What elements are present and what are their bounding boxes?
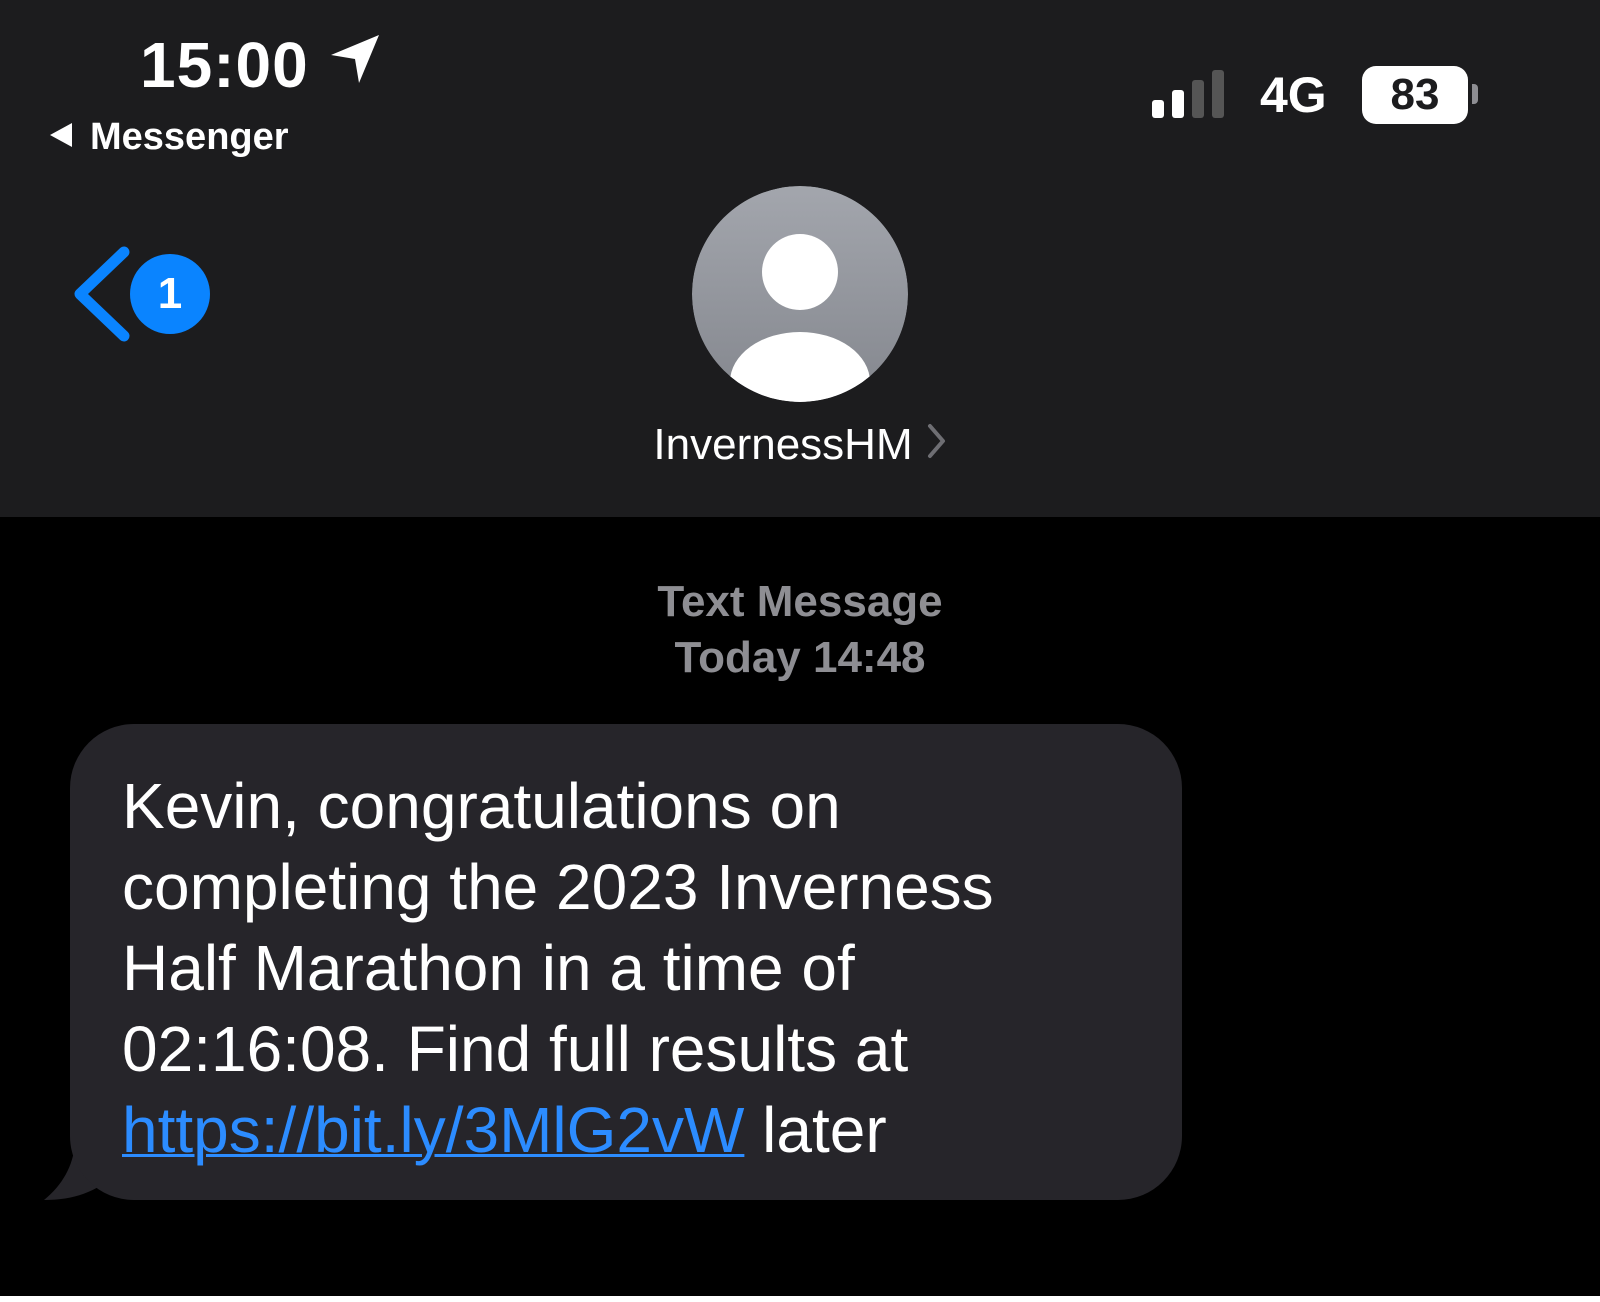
message-bubble[interactable]: Kevin, congratulations on completing the… <box>70 724 1182 1200</box>
message-line: https://bit.ly/3MlG2vW later <box>122 1090 1142 1171</box>
person-placeholder-icon[interactable] <box>692 186 908 402</box>
unread-count-badge[interactable]: 1 <box>130 254 210 334</box>
status-time-text: 15:00 <box>140 29 309 101</box>
back-to-app-link[interactable]: Messenger <box>48 116 289 159</box>
message-meta: Text Message Today 14:48 <box>0 574 1600 686</box>
back-app-label: Messenger <box>90 116 289 158</box>
battery-level: 83 <box>1362 66 1468 124</box>
contact-name-button[interactable]: InvernessHM <box>0 420 1600 470</box>
bottom-divider <box>0 1296 1600 1302</box>
conversation-header: 15:00 Messenger 4G 83 1 InvernessHM <box>0 0 1600 517</box>
back-triangle-icon <box>48 116 74 159</box>
location-arrow-icon <box>327 28 383 102</box>
message-line: completing the 2023 Inverness <box>122 851 994 923</box>
message-line: Half Marathon in a time of <box>122 932 855 1004</box>
chevron-right-icon <box>927 420 947 470</box>
message-timestamp: Today 14:48 <box>674 633 926 682</box>
contact-name: InvernessHM <box>653 420 913 469</box>
results-link[interactable]: https://bit.ly/3MlG2vW <box>122 1094 744 1166</box>
battery-tip-icon <box>1472 84 1478 104</box>
status-time: 15:00 <box>140 28 383 102</box>
message-line: 02:16:08. Find full results at <box>122 1013 909 1085</box>
network-type: 4G <box>1260 67 1327 123</box>
message-text-after-link: later <box>744 1094 887 1166</box>
message-type-label: Text Message <box>657 577 943 626</box>
signal-bars-icon <box>1152 70 1232 120</box>
message-line: Kevin, congratulations on <box>122 770 841 842</box>
